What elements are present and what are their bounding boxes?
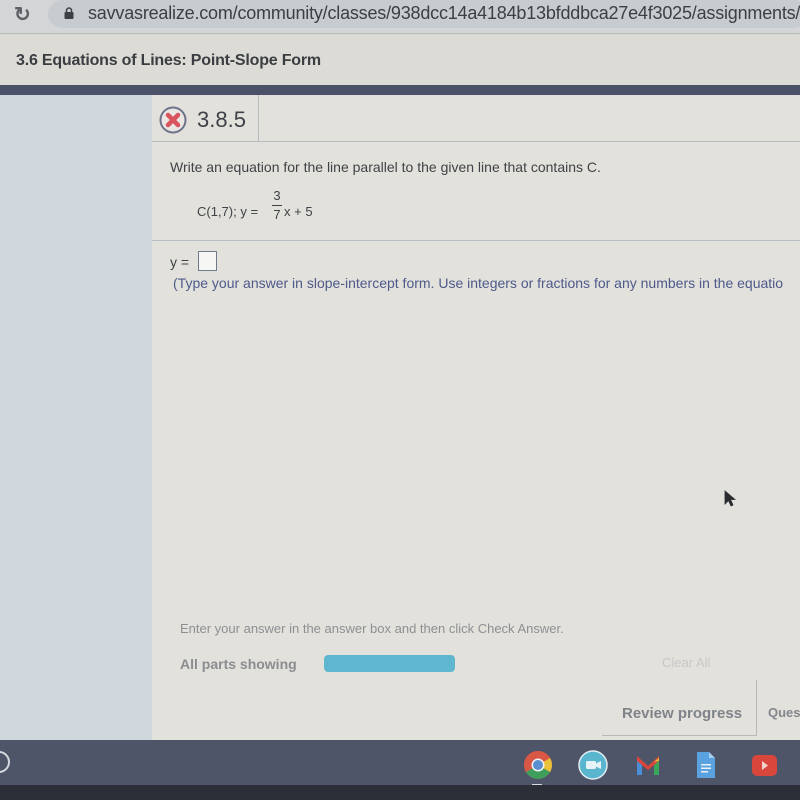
review-progress-button[interactable]: Review progress	[602, 680, 757, 736]
lock-icon	[64, 7, 74, 19]
docs-icon[interactable]	[690, 750, 720, 780]
question-header: 3.8.5	[152, 95, 800, 142]
divider	[152, 240, 800, 241]
question-nav-button[interactable]: Ques	[768, 705, 800, 720]
chrome-icon[interactable]	[523, 750, 553, 780]
review-progress-label: Review progress	[622, 705, 743, 722]
answer-label: y =	[170, 254, 190, 270]
enter-answer-hint: Enter your answer in the answer box and …	[180, 621, 564, 636]
assignment-header: 3.6 Equations of Lines: Point-Slope Form	[0, 35, 800, 85]
given-rhs-rest: x + 5	[284, 204, 313, 219]
os-shelf	[0, 740, 800, 785]
nav-band	[0, 85, 800, 95]
fraction-bar	[272, 205, 282, 206]
given-point-and-lhs: C(1,7); y =	[197, 204, 259, 219]
browser-toolbar: ↻ savvasrealize.com/community/classes/93…	[0, 0, 800, 34]
gmail-icon[interactable]	[633, 750, 663, 780]
youtube-icon[interactable]	[749, 750, 779, 780]
given-equation: C(1,7); y = 3 7 x + 5	[197, 189, 497, 229]
question-tab[interactable]: 3.8.5	[152, 95, 259, 142]
mouse-cursor-icon	[724, 490, 736, 507]
question-panel: 3.8.5 Write an equation for the line par…	[152, 95, 800, 740]
address-bar[interactable]: savvasrealize.com/community/classes/938d…	[48, 0, 800, 28]
parts-progress-bar	[324, 655, 455, 672]
left-sidebar	[0, 95, 152, 740]
question-number: 3.8.5	[197, 107, 246, 132]
slope-denominator: 7	[273, 207, 281, 222]
slope-fraction: 3 7	[272, 189, 282, 222]
question-prompt: Write an equation for the line parallel …	[170, 159, 601, 175]
answer-input[interactable]	[198, 251, 217, 271]
url-text[interactable]: savvasrealize.com/community/classes/938d…	[88, 3, 800, 24]
reload-icon[interactable]: ↻	[14, 3, 36, 27]
incorrect-x-icon	[159, 106, 187, 134]
answer-instruction: (Type your answer in slope-intercept for…	[173, 275, 784, 291]
screen-bezel	[0, 785, 800, 800]
parts-showing-label: All parts showing	[180, 656, 297, 672]
page-title: 3.6 Equations of Lines: Point-Slope Form	[16, 52, 321, 69]
clear-all-button[interactable]: Clear All	[662, 655, 710, 670]
meet-icon[interactable]	[578, 750, 608, 780]
launcher-icon[interactable]	[0, 751, 10, 773]
parts-progress-fill	[324, 655, 455, 672]
slope-numerator: 3	[273, 188, 281, 203]
